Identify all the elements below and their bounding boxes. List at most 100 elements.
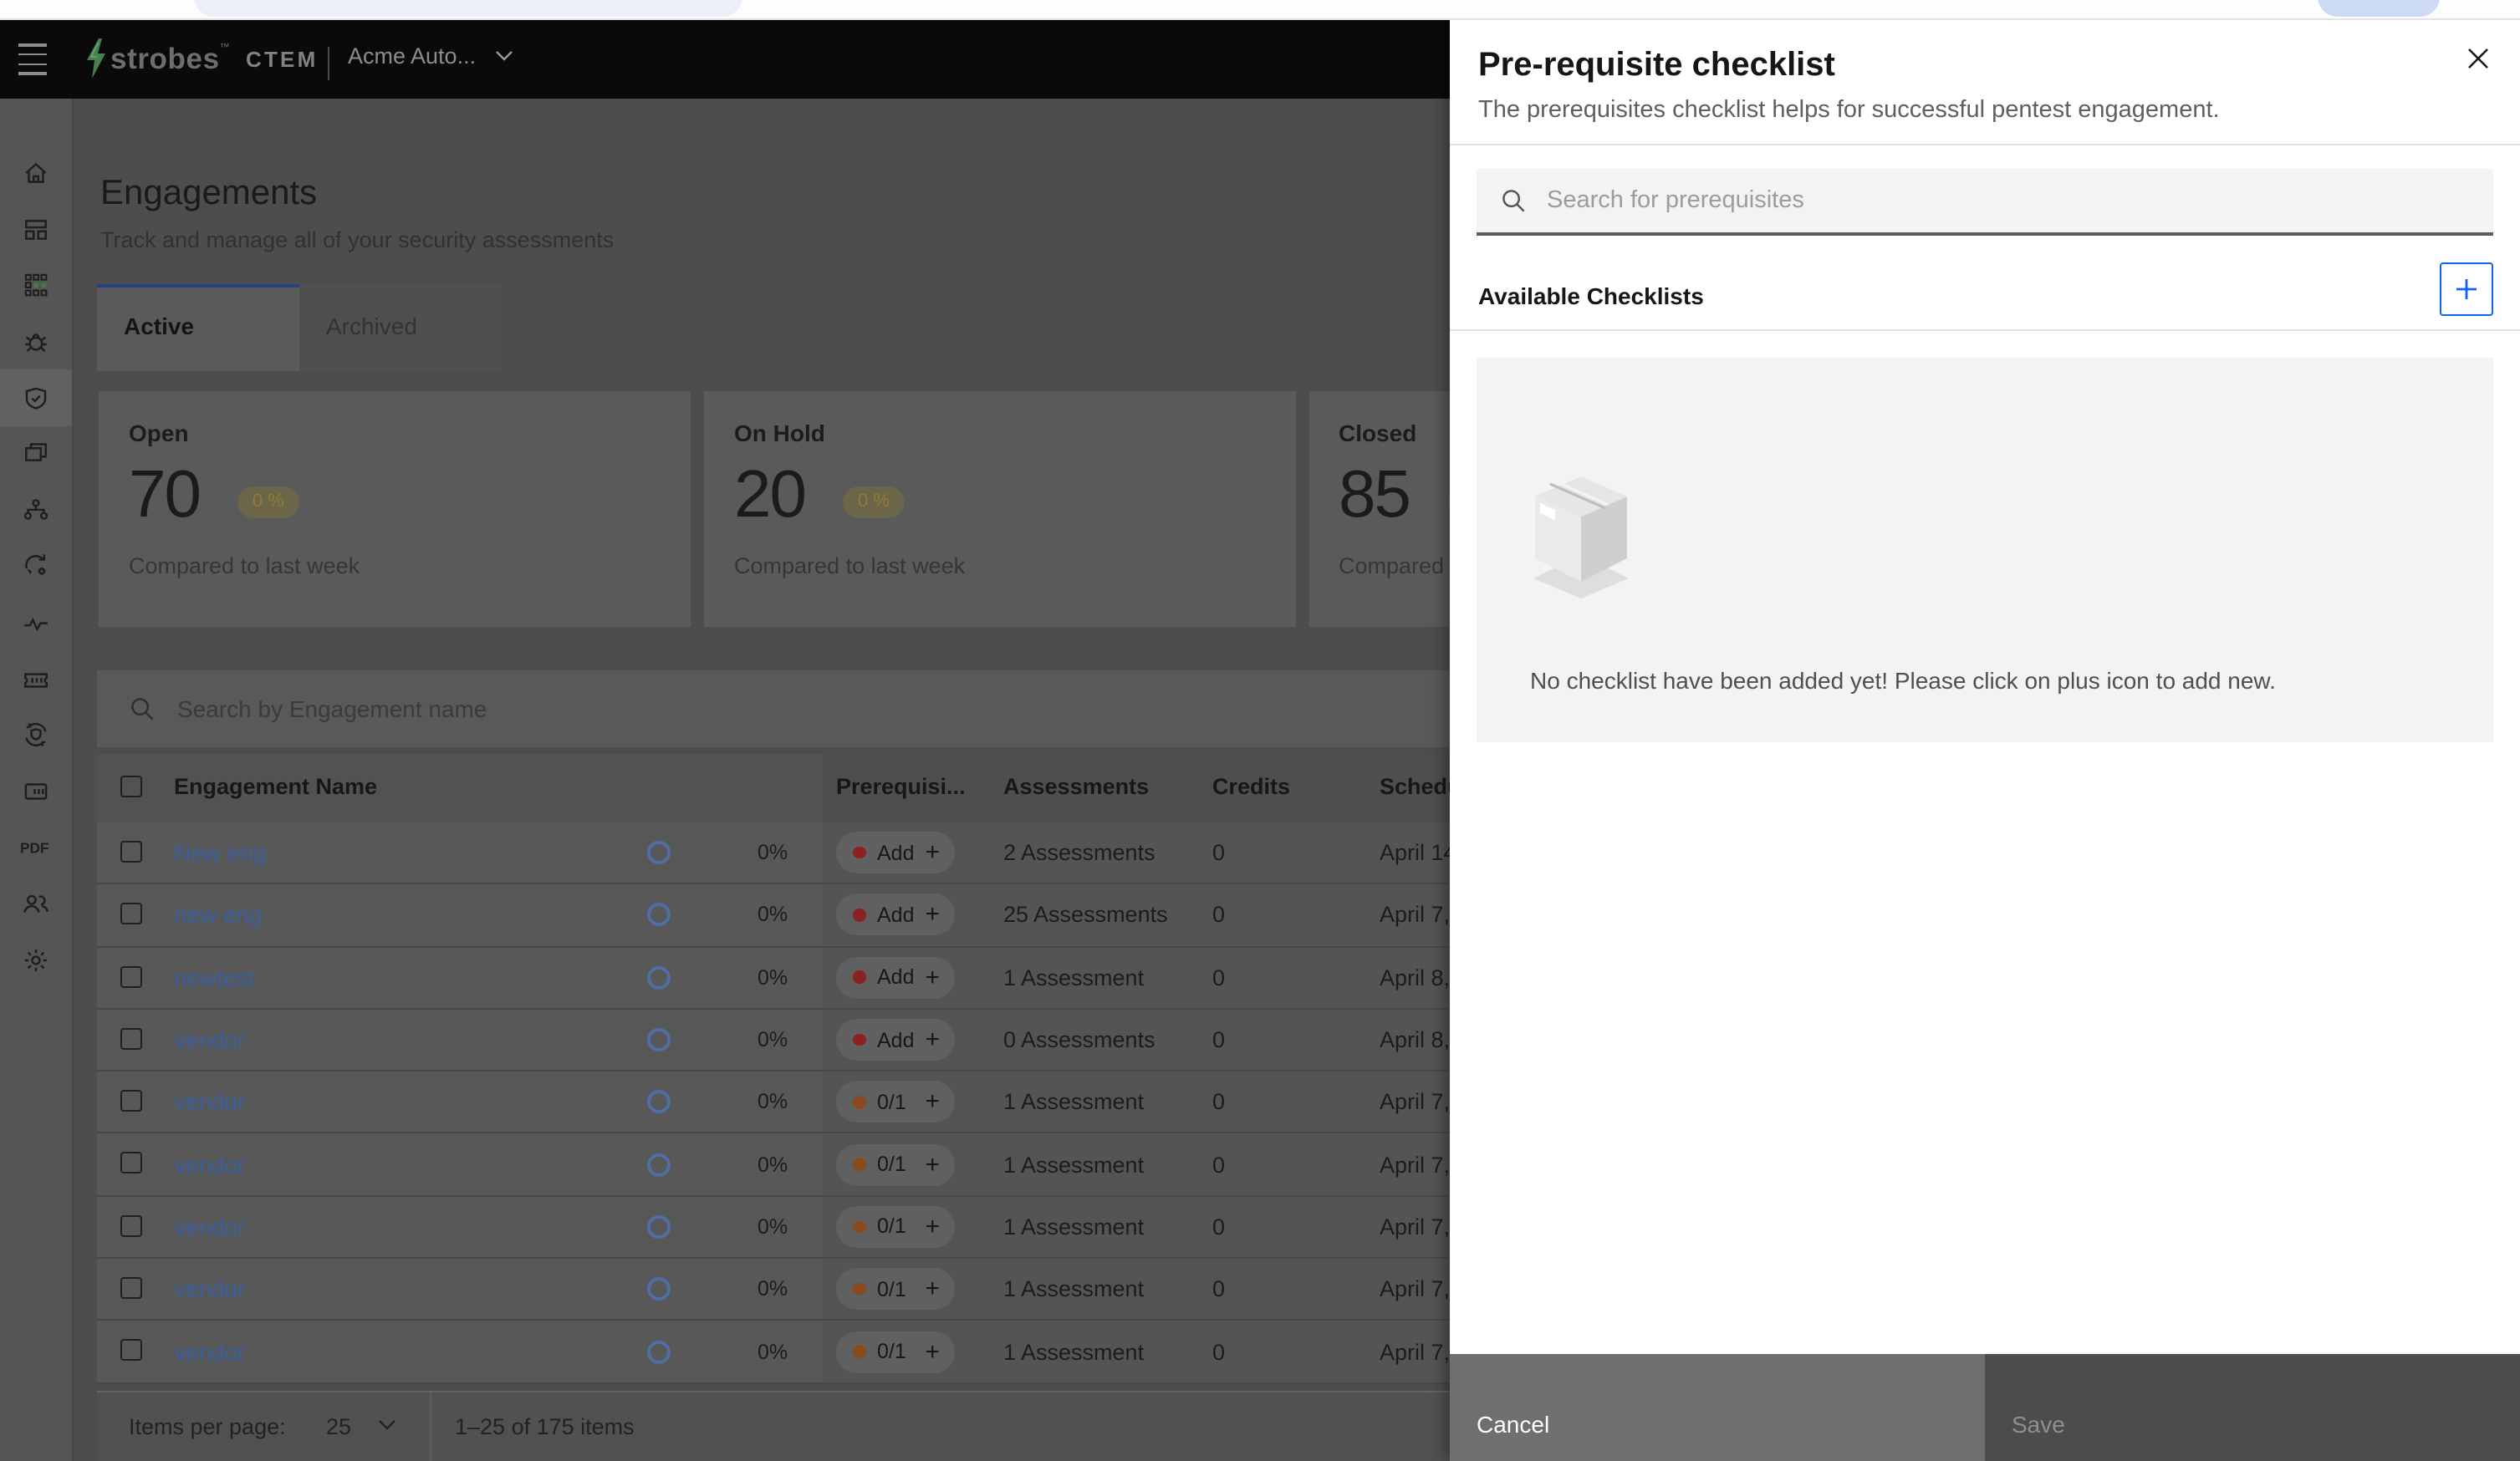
sidebar-item-reports[interactable] (0, 426, 72, 482)
assessments-cell: 1 Assessment (1003, 1214, 1145, 1240)
prerequisite-pill[interactable]: Add + (836, 1019, 955, 1061)
engagement-name-link[interactable]: vendor (174, 1214, 246, 1240)
sidebar-item-automation[interactable] (0, 538, 72, 594)
add-prerequisite-icon[interactable]: + (925, 1027, 940, 1052)
credits-cell: 0 (1212, 1027, 1226, 1053)
select-all-checkbox[interactable] (120, 776, 142, 797)
sidebar-item-integrations[interactable] (0, 763, 72, 819)
progress-donut-icon (647, 1277, 671, 1301)
header-divider (328, 47, 329, 80)
add-prerequisite-icon[interactable]: + (925, 1276, 940, 1301)
browser-omnibox (194, 0, 742, 17)
prerequisite-pill[interactable]: 0/1 + (836, 1143, 955, 1186)
items-per-page-select[interactable]: 25 (326, 1414, 351, 1439)
close-icon[interactable] (2456, 37, 2500, 80)
col-engagement-name[interactable]: Engagement Name (174, 774, 377, 799)
engagement-name-link[interactable]: New eng (174, 839, 267, 866)
sidebar-item-tickets[interactable] (0, 651, 72, 707)
row-checkbox[interactable] (120, 841, 142, 863)
panel-title: Pre-requisite checklist (1478, 47, 1835, 84)
engagement-name-link[interactable]: vendor (174, 1338, 246, 1365)
schedule-cell: April 7, (1380, 902, 1451, 928)
section-divider (1450, 329, 2520, 331)
prerequisite-pill[interactable]: 0/1 + (836, 1331, 955, 1373)
stat-card-on-hold: On Hold 20 0 % Compared to last week (704, 391, 1295, 627)
assessments-cell: 0 Assessments (1003, 1027, 1155, 1053)
sidebar-item-home[interactable] (0, 145, 72, 201)
stat-delta-badge: 0 % (843, 486, 905, 518)
credits-cell: 0 (1212, 1276, 1226, 1302)
cancel-button[interactable]: Cancel (1450, 1354, 1985, 1461)
trademark: ™ (219, 43, 230, 53)
row-checkbox[interactable] (120, 1214, 142, 1237)
prerequisite-pill[interactable]: 0/1 + (836, 1081, 955, 1123)
panel-subtitle: The prerequisites checklist helps for su… (1478, 97, 2220, 124)
prerequisite-pill[interactable]: 0/1 + (836, 1268, 955, 1311)
save-button[interactable]: Save (1985, 1354, 2520, 1461)
stat-value: 85 (1339, 458, 1411, 532)
sidebar-item-pdf-reports[interactable]: PDF (0, 819, 72, 875)
stat-label: Open (129, 420, 189, 446)
row-checkbox[interactable] (120, 1339, 142, 1362)
sidebar-item-dashboards[interactable] (0, 201, 72, 257)
prerequisite-pill[interactable]: 0/1 + (836, 1205, 955, 1248)
assessments-cell: 1 Assessment (1003, 1152, 1145, 1178)
progress-percent: 0% (758, 1090, 788, 1114)
sidebar-item-teams[interactable] (0, 875, 72, 931)
prerequisite-checklist-panel: Pre-requisite checklist The prerequisite… (1450, 20, 2520, 1461)
add-prerequisite-icon[interactable]: + (925, 1339, 940, 1364)
progress-donut-icon (647, 965, 671, 990)
engagement-name-link[interactable]: vendor (174, 1151, 246, 1178)
col-credits[interactable]: Credits (1212, 774, 1290, 799)
prerequisite-search-input[interactable] (1547, 187, 2493, 214)
row-checkbox[interactable] (120, 903, 142, 925)
sidebar-item-scan-config[interactable] (0, 707, 72, 763)
panel-header-divider (1450, 144, 2520, 145)
org-switcher[interactable]: Acme Auto... (348, 43, 513, 69)
row-checkbox[interactable] (120, 1152, 142, 1174)
items-per-page-label: Items per page: (129, 1414, 286, 1439)
sidebar-item-settings[interactable] (0, 932, 72, 988)
prerequisite-pill[interactable]: Add + (836, 893, 955, 936)
sidebar-item-org-hierarchy[interactable] (0, 482, 72, 538)
row-checkbox[interactable] (120, 965, 142, 988)
col-prerequisites[interactable]: Prerequisi... (836, 774, 966, 799)
stat-card-open: Open 70 0 % Compared to last week (99, 391, 690, 627)
row-checkbox[interactable] (120, 1027, 142, 1050)
users-icon (23, 894, 49, 913)
engagement-name-link[interactable]: vendor (174, 1275, 246, 1302)
assessments-cell: 2 Assessments (1003, 840, 1155, 866)
sidebar-item-engagements[interactable] (0, 369, 72, 426)
col-assessments[interactable]: Assessments (1003, 774, 1149, 799)
add-prerequisite-icon[interactable]: + (925, 1090, 940, 1115)
prerequisite-pill[interactable]: Add + (836, 832, 955, 874)
engagement-name-link[interactable]: new eng (174, 902, 263, 929)
row-checkbox[interactable] (120, 1090, 142, 1112)
prerequisite-status-dot (853, 1345, 865, 1358)
credits-cell: 0 (1212, 1089, 1226, 1115)
schedule-cell: April 7, (1380, 1152, 1451, 1178)
row-checkbox[interactable] (120, 1277, 142, 1300)
add-prerequisite-icon[interactable]: + (925, 1152, 940, 1177)
add-prerequisite-icon[interactable]: + (925, 965, 940, 990)
tab-active[interactable]: Active (97, 284, 299, 371)
assessments-cell: 25 Assessments (1003, 902, 1168, 928)
engagement-name-link[interactable]: vendor (174, 1026, 246, 1053)
add-prerequisite-icon[interactable]: + (925, 903, 940, 928)
sidebar-item-activity[interactable] (0, 595, 72, 651)
sidebar-item-vulnerabilities[interactable] (0, 314, 72, 370)
prerequisite-pill[interactable]: Add + (836, 956, 955, 999)
tab-archived[interactable]: Archived (299, 284, 502, 371)
menu-icon[interactable] (18, 43, 55, 75)
add-prerequisite-icon[interactable]: + (925, 840, 940, 865)
pulse-icon (24, 617, 48, 632)
add-prerequisite-icon[interactable]: + (925, 1214, 940, 1240)
add-checklist-button[interactable] (2440, 262, 2493, 316)
engagement-name-link[interactable]: newtest (174, 964, 255, 990)
per-page-chevron-icon[interactable] (378, 1419, 396, 1431)
engagement-name-link[interactable]: vendor (174, 1089, 246, 1116)
prerequisite-status-dot (853, 1158, 865, 1171)
assessments-cell: 1 Assessment (1003, 1276, 1145, 1302)
stat-value: 20 (734, 458, 807, 532)
sidebar-item-assets[interactable] (0, 257, 72, 313)
